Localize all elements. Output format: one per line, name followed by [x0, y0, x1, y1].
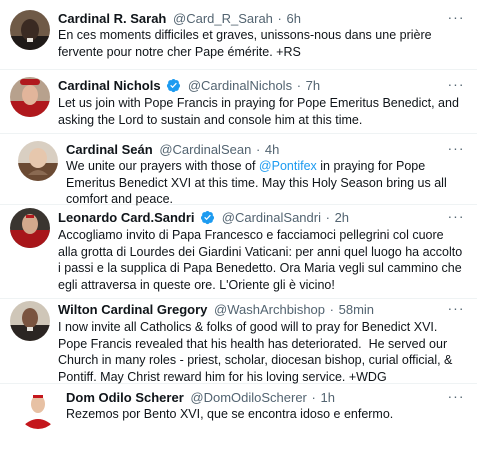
timestamp[interactable]: 2h [335, 210, 349, 225]
more-options-icon[interactable]: ··· [447, 301, 465, 317]
tweet-header: Cardinal Seán @CardinalSean · 4h [66, 141, 279, 159]
tweet-card[interactable]: Wilton Cardinal Gregory @WashArchbishop … [0, 299, 477, 384]
timestamp[interactable]: 7h [306, 78, 320, 93]
avatar[interactable] [18, 389, 58, 429]
tweet-header: Wilton Cardinal Gregory @WashArchbishop … [58, 301, 374, 319]
separator-dot: · [311, 390, 316, 405]
tweet-card[interactable]: Dom Odilo Scherer @DomOdiloScherer · 1h … [0, 384, 477, 450]
author-name[interactable]: Wilton Cardinal Gregory [58, 302, 207, 317]
timestamp[interactable]: 1h [320, 390, 334, 405]
more-options-icon[interactable]: ··· [447, 141, 465, 157]
mention-link[interactable]: @Pontifex [259, 159, 317, 173]
tweet-text: I now invite all Catholics & folks of go… [58, 320, 456, 384]
author-name[interactable]: Cardinal Nichols [58, 78, 161, 93]
timestamp[interactable]: 58min [339, 302, 374, 317]
tweet-feed: Cardinal R. Sarah @Card_R_Sarah · 6h ···… [0, 0, 477, 450]
tweet-text: En ces moments difficiles et graves, uni… [58, 28, 436, 59]
author-name[interactable]: Leonardo Card.Sandri [58, 210, 195, 225]
tweet-card[interactable]: Cardinal R. Sarah @Card_R_Sarah · 6h ···… [0, 0, 477, 70]
tweet-text: Rezemos por Bento XVI, que se encontra i… [66, 407, 394, 421]
more-options-icon[interactable]: ··· [447, 389, 465, 405]
separator-dot: · [277, 11, 282, 26]
verified-badge-icon [201, 210, 215, 225]
tweet-header: Leonardo Card.Sandri @CardinalSandri · 2… [58, 209, 349, 227]
separator-dot: · [255, 142, 261, 157]
author-handle[interactable]: @WashArchbishop [214, 302, 325, 317]
tweet-header: Dom Odilo Scherer @DomOdiloScherer · 1h [66, 389, 335, 407]
tweet-text: We unite our prayers with those of @Pont… [66, 158, 456, 208]
author-handle[interactable]: @CardinalSean [159, 142, 251, 157]
avatar[interactable] [10, 208, 50, 248]
tweet-card[interactable]: Cardinal Seán @CardinalSean · 4h ··· We … [0, 134, 477, 208]
avatar[interactable] [18, 141, 58, 181]
tweet-card[interactable]: Leonardo Card.Sandri @CardinalSandri · 2… [0, 205, 477, 299]
author-handle[interactable]: @CardinalNichols [188, 78, 292, 93]
avatar[interactable] [10, 301, 50, 341]
timestamp[interactable]: 6h [287, 11, 301, 26]
more-options-icon[interactable]: ··· [447, 209, 465, 225]
tweet-text-part: We unite our prayers with those of [66, 159, 259, 173]
timestamp[interactable]: 4h [265, 142, 279, 157]
author-name[interactable]: Dom Odilo Scherer [66, 390, 184, 405]
author-handle[interactable]: @DomOdiloScherer [190, 390, 307, 405]
verified-badge-icon [167, 78, 181, 93]
avatar[interactable] [10, 77, 50, 117]
author-name[interactable]: Cardinal R. Sarah [58, 11, 166, 26]
separator-dot: · [296, 78, 302, 93]
tweet-card[interactable]: Cardinal Nichols @CardinalNichols · 7h ·… [0, 70, 477, 134]
more-options-icon[interactable]: ··· [447, 77, 465, 93]
separator-dot: · [329, 302, 334, 317]
author-handle[interactable]: @Card_R_Sarah [173, 11, 273, 26]
tweet-header: Cardinal R. Sarah @Card_R_Sarah · 6h [58, 10, 301, 28]
tweet-header: Cardinal Nichols @CardinalNichols · 7h [58, 77, 320, 95]
author-name[interactable]: Cardinal Seán [66, 142, 153, 157]
tweet-text: Let us join with Pope Francis in praying… [58, 96, 463, 127]
separator-dot: · [325, 210, 330, 225]
tweet-text: Accogliamo invito di Papa Francesco e fa… [58, 228, 466, 292]
author-handle[interactable]: @CardinalSandri [222, 210, 321, 225]
avatar[interactable] [10, 10, 50, 50]
more-options-icon[interactable]: ··· [447, 10, 465, 26]
